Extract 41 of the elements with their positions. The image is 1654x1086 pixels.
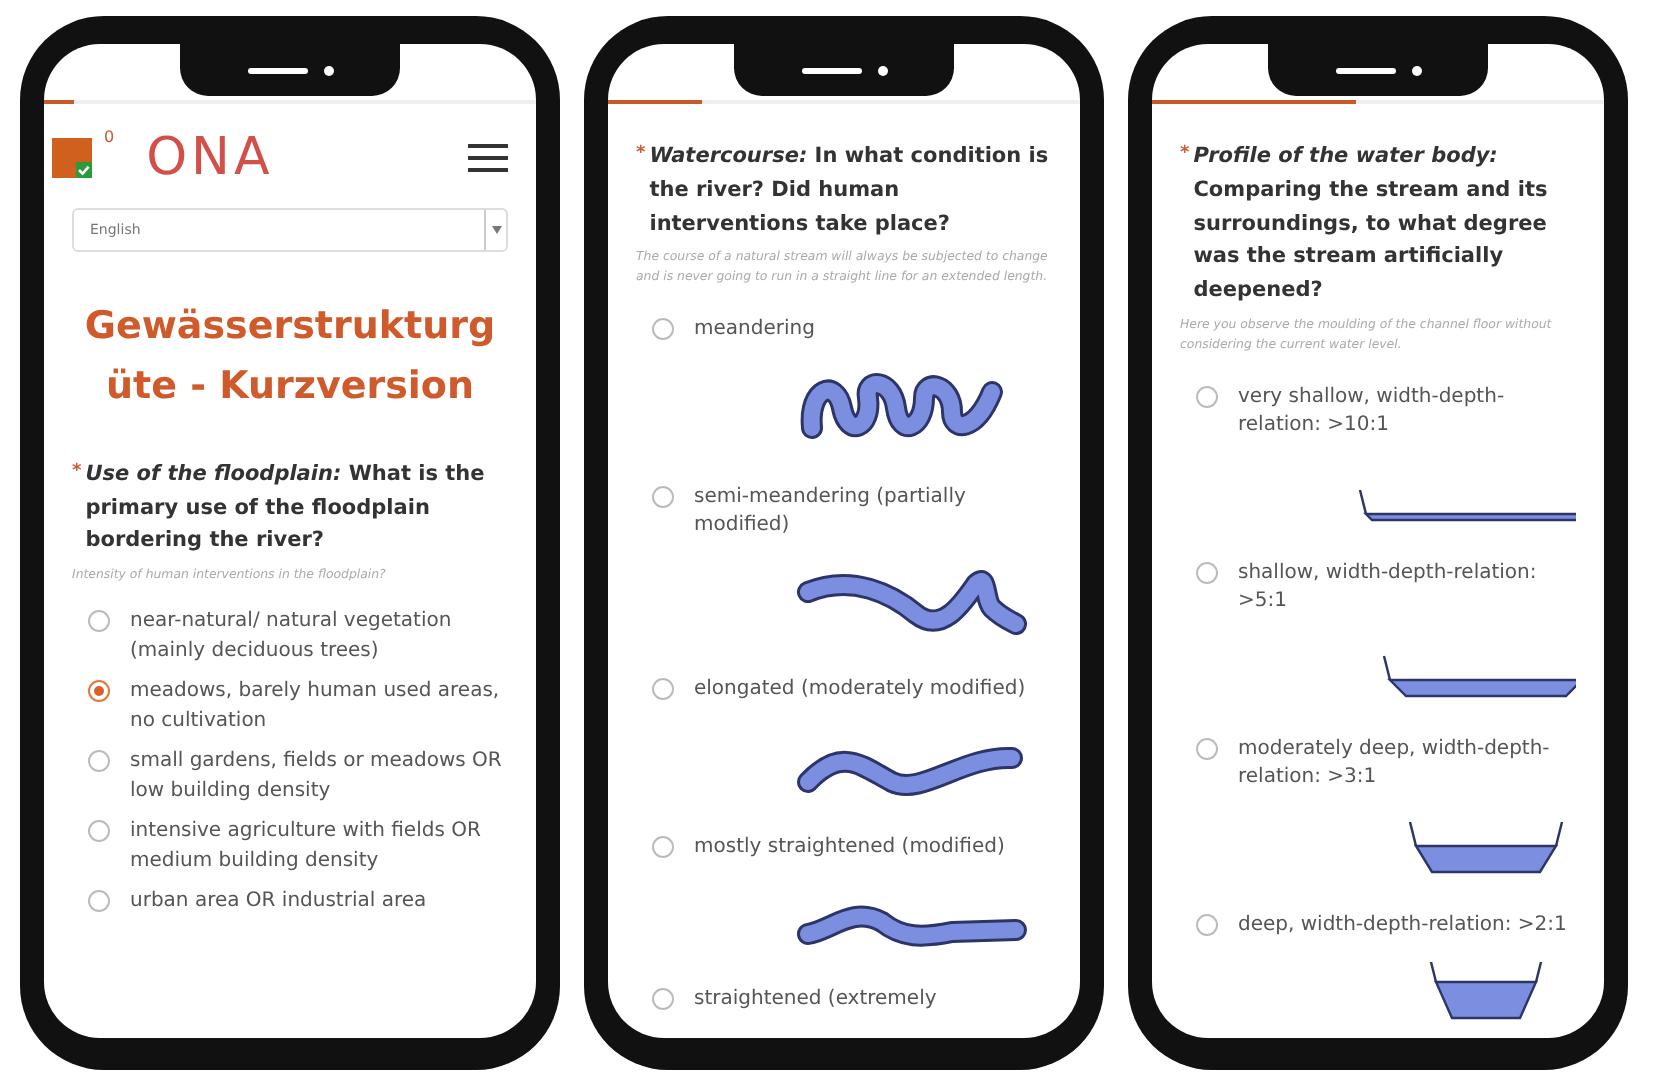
question-text: Watercourse: In what condition is the river? Did human interventions take place? (649, 142, 1051, 240)
option-label[interactable]: meadows, barely human used areas, no cultivation (130, 678, 508, 737)
form-title: Gewässerstrukturgüte - Kurzversion (82, 302, 498, 413)
option-label[interactable]: elongated (moderately modified) (694, 675, 1026, 705)
option-label[interactable]: intensive agriculture with fields OR medium building density (130, 818, 508, 877)
radio-button[interactable] (1196, 385, 1218, 408)
app-icon (52, 138, 92, 178)
question-text: Use of the floodplain: What is the primary use of the floodplain bordering the river? (85, 459, 487, 557)
radio-button[interactable] (88, 610, 110, 633)
radio-button[interactable] (88, 680, 110, 703)
option-label[interactable]: moderately deep, width-depth-relation: >3:1 (1238, 735, 1576, 794)
caret-icon (491, 226, 501, 234)
badge-count: 0 (104, 128, 115, 146)
radio-button[interactable] (88, 750, 110, 773)
option-label[interactable]: deep, width-depth-relation: >2:1 (1238, 911, 1567, 941)
radio-button[interactable] (652, 987, 674, 1010)
radio-button[interactable] (1196, 913, 1218, 936)
radio-button[interactable] (88, 820, 110, 843)
radio-button[interactable] (652, 836, 674, 859)
required-mark: * (1180, 142, 1190, 168)
option-label[interactable]: semi-meandering (partially modified) (694, 483, 1052, 542)
option-label[interactable]: near-natural/ natural vegetation (mainly deciduous trees) (130, 608, 508, 667)
required-mark: * (636, 142, 646, 168)
radio-button[interactable] (652, 485, 674, 508)
logo-text: ONA (146, 128, 274, 188)
radio-button[interactable] (652, 677, 674, 700)
option-label[interactable]: urban area OR industrial area (130, 888, 427, 918)
radio-button[interactable] (1196, 737, 1218, 760)
option-label[interactable]: straightened (extremely (694, 985, 937, 1015)
question-text: Profile of the water body: Comparing the stream and its surroundings, to what degree was the stream artificially deepened? (1193, 142, 1550, 307)
option-label[interactable]: mostly straightened (modified) (694, 834, 1005, 864)
required-mark: * (72, 459, 82, 486)
menu-icon[interactable] (468, 142, 508, 174)
option-label[interactable]: very shallow, width-depth-relation: >10:1 (1238, 383, 1576, 442)
radio-button[interactable] (1196, 561, 1218, 584)
option-label[interactable]: small gardens, fields or meadows OR low building density (130, 748, 508, 807)
option-label[interactable]: shallow, width-depth-relation: >5:1 (1238, 559, 1576, 618)
radio-button[interactable] (88, 890, 110, 913)
channel-profile-drawing (1428, 962, 1544, 1020)
option-label[interactable]: meandering (694, 316, 815, 346)
radio-button[interactable] (652, 318, 674, 341)
